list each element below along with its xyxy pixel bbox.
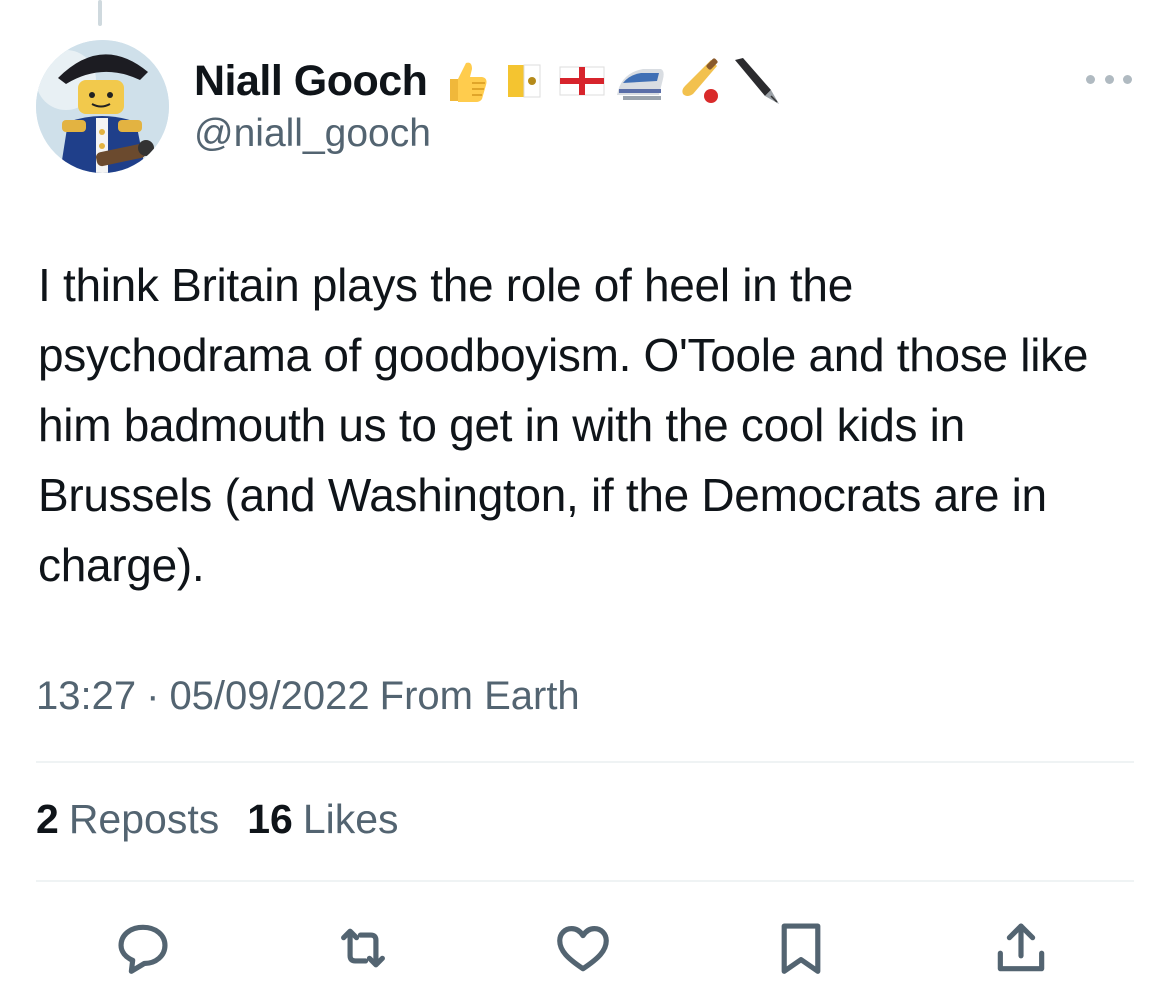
bookmark-icon[interactable]	[766, 913, 836, 983]
action-bar	[0, 905, 1170, 995]
vatican-flag-emoji-icon	[497, 54, 551, 108]
user-handle[interactable]: @niall_gooch	[194, 112, 431, 156]
reposts-count: 2	[36, 796, 59, 842]
like-icon[interactable]	[548, 913, 618, 983]
more-dot	[1104, 74, 1114, 84]
name-emoji-badges	[439, 54, 783, 108]
more-dot	[1086, 74, 1095, 84]
train-emoji-icon	[613, 54, 667, 108]
tweet-date[interactable]: 05/09/2022	[169, 674, 369, 719]
divider	[36, 761, 1134, 763]
share-icon[interactable]	[986, 913, 1056, 983]
avatar-image	[36, 40, 169, 173]
meta-separator: ·	[146, 674, 160, 718]
display-name[interactable]: Niall Gooch	[194, 57, 428, 106]
avatar[interactable]	[36, 40, 169, 173]
likes-stat[interactable]: 16 Likes	[247, 796, 398, 843]
tweet-detail: Niall Gooch @niall_gooch I think Britain…	[0, 0, 1170, 1005]
thumbs-up-emoji-icon	[439, 54, 493, 108]
name-row: Niall Gooch	[194, 52, 783, 110]
tweet-time[interactable]: 13:27	[36, 674, 136, 719]
more-options-icon[interactable]	[1084, 64, 1134, 94]
more-dot	[1123, 74, 1132, 84]
cricket-emoji-icon	[671, 54, 725, 108]
thread-connector-line	[98, 0, 102, 26]
likes-label: Likes	[302, 796, 399, 842]
divider	[36, 880, 1134, 882]
fountain-pen-emoji-icon	[729, 54, 783, 108]
likes-count: 16	[247, 796, 293, 842]
tweet-source: From Earth	[379, 674, 580, 718]
reposts-stat[interactable]: 2 Reposts	[36, 796, 219, 843]
tweet-meta: 13:27 · 05/09/2022 From Earth	[36, 674, 580, 719]
england-flag-emoji-icon	[555, 54, 609, 108]
tweet-stats: 2 Reposts 16 Likes	[36, 796, 427, 843]
reply-icon[interactable]	[108, 913, 178, 983]
reposts-label: Reposts	[68, 796, 220, 842]
repost-icon[interactable]	[328, 913, 398, 983]
tweet-text: I think Britain plays the role of heel i…	[38, 259, 1089, 591]
